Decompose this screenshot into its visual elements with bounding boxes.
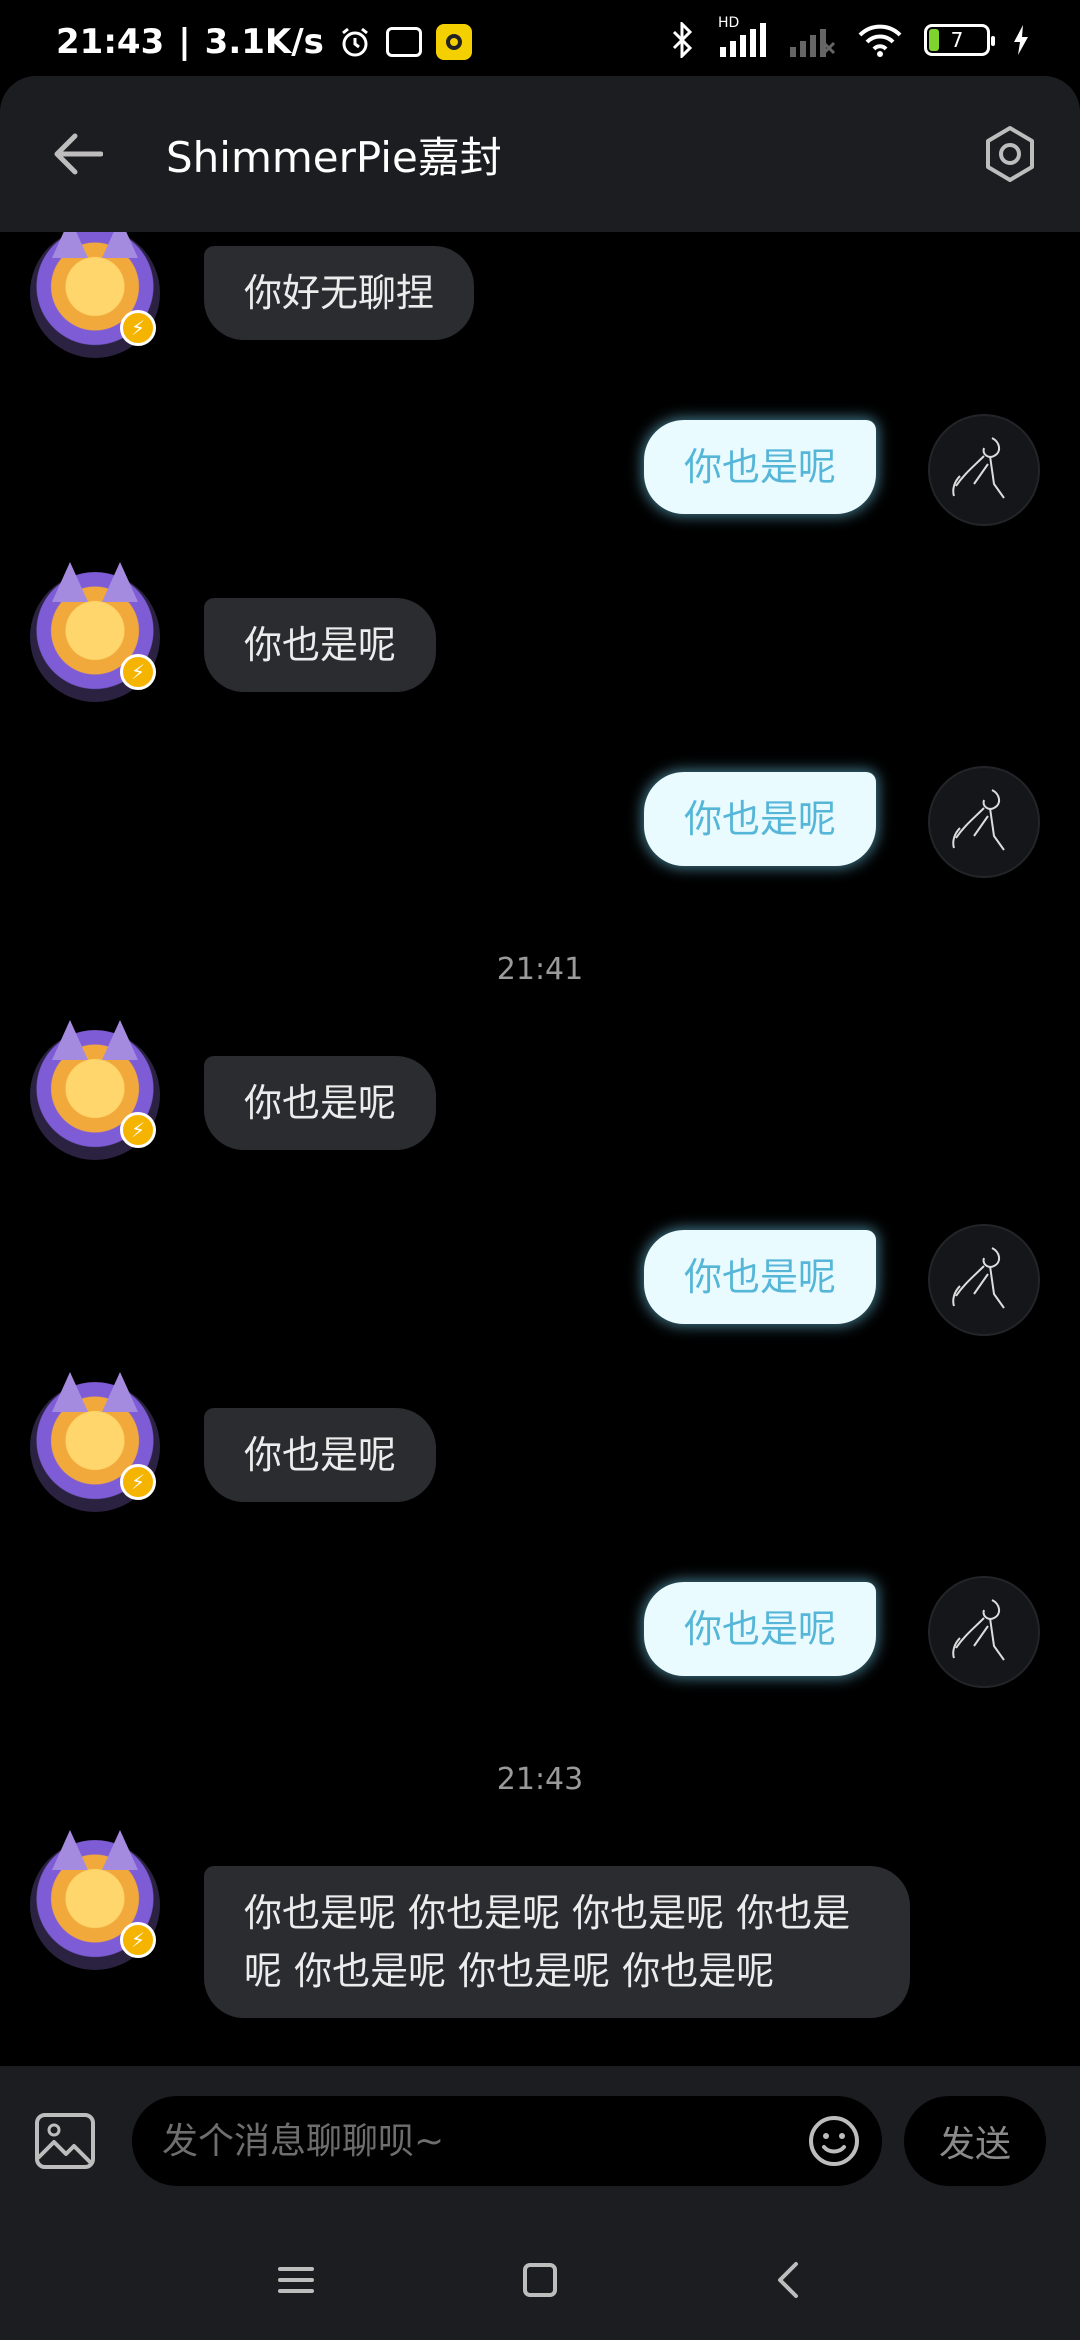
message-bubble-sent[interactable]: 你也是呢 xyxy=(643,1230,876,1324)
message-list[interactable]: ⚡ 你好无聊捏 你也是呢 ⚡ 你也是呢 你也是呢 21:41 ⚡ 你也是呢 你也… xyxy=(0,232,1080,2066)
stick-figure-avatar-icon xyxy=(952,789,1005,851)
self-avatar[interactable] xyxy=(928,414,1040,526)
app-notification-icon xyxy=(435,24,472,60)
message-timestamp: 21:41 xyxy=(496,952,584,987)
back-arrow-icon xyxy=(54,133,103,175)
battery-level: 7 xyxy=(950,28,964,52)
lightning-badge-icon: ⚡ xyxy=(120,1922,156,1958)
bluetooth-icon xyxy=(668,22,696,58)
message-input-container xyxy=(132,2096,882,2186)
emoji-icon xyxy=(809,2116,859,2166)
alarm-icon xyxy=(338,25,372,59)
chevron-left-icon xyxy=(778,2262,798,2298)
stick-figure-avatar-icon xyxy=(952,1599,1005,1661)
network-speed: 3.1K/s xyxy=(204,22,324,62)
send-button[interactable]: 发送 xyxy=(904,2096,1046,2186)
self-avatar[interactable] xyxy=(928,1576,1040,1688)
home-square-icon xyxy=(523,2263,557,2297)
message-bubble-sent[interactable]: 你也是呢 xyxy=(643,420,876,514)
home-button[interactable] xyxy=(510,2250,570,2310)
separator: | xyxy=(178,22,191,62)
message-bubble-sent[interactable]: 你也是呢 xyxy=(643,772,876,866)
status-left: 21:43 | 3.1K/s xyxy=(56,22,472,62)
message-bubble-received[interactable]: 你也是呢 xyxy=(204,1408,437,1502)
lightning-badge-icon: ⚡ xyxy=(120,1464,156,1500)
chat-header: ShimmerPie嘉封 xyxy=(0,76,1080,232)
lightning-badge-icon: ⚡ xyxy=(120,1112,156,1148)
system-nav-bar xyxy=(0,2220,1080,2330)
bilibili-icon xyxy=(385,27,422,57)
signal-2-icon xyxy=(788,23,836,57)
contact-avatar[interactable]: ⚡ xyxy=(30,562,160,702)
chat-title: ShimmerPie嘉封 xyxy=(166,133,502,182)
lightning-badge-icon: ⚡ xyxy=(120,654,156,690)
stick-figure-avatar-icon xyxy=(952,1247,1005,1309)
lightning-badge-icon: ⚡ xyxy=(120,310,156,346)
image-icon xyxy=(35,2113,95,2169)
message-bubble-received[interactable]: 你好无聊捏 xyxy=(204,246,475,340)
message-bubble-sent[interactable]: 你也是呢 xyxy=(643,1582,876,1676)
self-avatar[interactable] xyxy=(928,1224,1040,1336)
signal-hd-label: HD xyxy=(718,15,740,31)
contact-avatar[interactable]: ⚡ xyxy=(30,1020,160,1160)
message-bubble-received[interactable]: 你也是呢 你也是呢 你也是呢 你也是呢 你也是呢 你也是呢 你也是呢 xyxy=(204,1866,910,2018)
message-bubble-received[interactable]: 你也是呢 xyxy=(204,1056,437,1150)
system-back-button[interactable] xyxy=(758,2250,818,2310)
contact-avatar[interactable]: ⚡ xyxy=(30,1372,160,1512)
menu-icon xyxy=(278,2267,314,2293)
clock: 21:43 xyxy=(56,22,165,62)
settings-button[interactable] xyxy=(970,114,1050,194)
settings-icon xyxy=(986,126,1034,182)
recents-button[interactable] xyxy=(266,2250,326,2310)
wifi-icon xyxy=(858,23,902,57)
battery-icon: 7 xyxy=(924,24,995,56)
image-picker-button[interactable] xyxy=(30,2106,100,2176)
emoji-button[interactable] xyxy=(804,2111,864,2171)
contact-avatar[interactable]: ⚡ xyxy=(30,1830,160,1970)
message-input[interactable] xyxy=(162,2096,802,2186)
status-right: HD 7 xyxy=(668,15,1030,58)
stick-figure-avatar-icon xyxy=(952,437,1005,499)
contact-avatar[interactable]: ⚡ xyxy=(30,232,160,358)
signal-icon: HD xyxy=(718,15,766,57)
back-button[interactable] xyxy=(40,116,116,192)
message-timestamp: 21:43 xyxy=(496,1762,584,1797)
message-bubble-received[interactable]: 你也是呢 xyxy=(204,598,437,692)
self-avatar[interactable] xyxy=(928,766,1040,878)
charging-icon xyxy=(1012,25,1030,55)
